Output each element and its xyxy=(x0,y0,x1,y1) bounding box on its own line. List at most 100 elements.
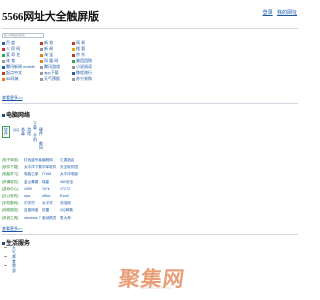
bullet-icon xyxy=(4,256,7,257)
nav-link-label: 网 易 xyxy=(76,40,86,45)
category-label[interactable]: [系统工具] xyxy=(2,216,18,221)
site-favicon-icon xyxy=(72,53,75,57)
site-favicon-icon xyxy=(72,71,75,75)
site-link[interactable]: 百度网盘 xyxy=(24,208,38,213)
nav-link-label: 京 东 xyxy=(76,52,86,57)
site-link[interactable]: windows 7 xyxy=(24,216,41,220)
site-link[interactable]: 7k7k xyxy=(42,187,50,191)
site-link[interactable]: 汇源酒店 xyxy=(60,158,74,163)
nav-link-label: 搜 狐 xyxy=(76,46,86,51)
nav-link-label: 苏宁易购 xyxy=(76,76,92,81)
nav-link[interactable]: 天气预报 xyxy=(40,76,60,82)
site-link[interactable]: 华军软件 xyxy=(42,165,56,170)
site-link[interactable]: office xyxy=(42,194,51,198)
tab-software[interactable]: 软件 xyxy=(3,128,9,136)
computer-more-link[interactable]: 查看更多>> xyxy=(2,226,23,232)
site-favicon-icon xyxy=(40,77,43,81)
life-item-label: 旅游 xyxy=(12,264,16,273)
top-links: 登录 我的网址 xyxy=(260,9,297,16)
site-link[interactable]: IT168 xyxy=(42,172,51,176)
nav-link-label: 美团团购 xyxy=(76,58,92,63)
computer-section-title: 电脑网络 xyxy=(2,110,30,119)
site-link[interactable]: 泡泡网 xyxy=(60,201,71,206)
nav-link[interactable]: 58同城 xyxy=(2,76,18,82)
site-favicon-icon xyxy=(2,77,5,81)
site-link[interactable]: 360安全 xyxy=(60,180,73,185)
site-favicon-icon xyxy=(2,53,5,57)
site-favicon-icon xyxy=(40,53,43,57)
category-label[interactable]: [游戏中心] xyxy=(2,187,18,192)
nav-link-label: 体 育 xyxy=(6,58,16,63)
site-favicon-icon xyxy=(40,59,43,63)
site-link[interactable]: 太平洋下载 xyxy=(24,165,42,170)
site-link[interactable]: 太平洋电脑 xyxy=(60,172,78,177)
site-favicon-icon xyxy=(72,41,75,45)
category-label[interactable]: [网络服务] xyxy=(2,208,18,213)
nav-link[interactable]: 苏宁易购 xyxy=(72,76,92,82)
search-input[interactable]: 输入网站名搜索 xyxy=(2,33,44,38)
site-favicon-icon xyxy=(72,47,75,51)
category-row: [系统工具] windows 7 驱动精灵 鲁大师 xyxy=(2,216,122,223)
category-label[interactable]: [软件下载] xyxy=(2,165,18,170)
bullet-icon xyxy=(4,247,7,248)
tab-qq[interactable]: QQ xyxy=(13,128,19,132)
site-link[interactable]: 鲁大师 xyxy=(60,216,71,221)
site-link[interactable]: 编程网 xyxy=(42,158,53,163)
nav-more-link[interactable]: 查看更多>> xyxy=(2,95,23,101)
site-link[interactable]: 4399 xyxy=(24,187,32,191)
category-row: [杀毒软件] 金山毒霸 瑞星 360安全 xyxy=(2,180,122,187)
computer-tab-bar: 软件 QQ 杀毒 游戏 下载 手机 硬件 数码 xyxy=(2,120,82,156)
nav-link-label: 淘 宝 xyxy=(44,52,54,57)
site-link[interactable]: wps xyxy=(24,194,30,198)
nav-link-label: 起点中文 xyxy=(6,70,22,75)
site-link[interactable]: 驱动精灵 xyxy=(42,216,56,221)
bullet-icon xyxy=(4,265,7,266)
section-divider-2 xyxy=(2,234,298,235)
tab-digital[interactable]: 数码 xyxy=(38,142,44,150)
tab-hardware[interactable]: 硬件 xyxy=(38,128,44,136)
site-link[interactable]: 红色盗号者 xyxy=(24,158,42,163)
category-row: [游戏中心] 4399 7k7k 17173 xyxy=(2,187,122,194)
header-divider xyxy=(2,28,298,29)
life-section-label: 生活服务 xyxy=(6,241,31,247)
site-link[interactable]: 17173 xyxy=(60,187,70,191)
nav-link-label: 新 闻 xyxy=(44,46,54,51)
site-link[interactable]: Excel xyxy=(60,194,69,198)
nav-link-label: 腾讯新闻 mobile xyxy=(6,64,35,69)
nav-link-label: 天气预报 xyxy=(44,76,60,81)
site-link[interactable]: 中关村 xyxy=(24,201,35,206)
nav-link-label: 腾讯游戏 xyxy=(44,64,60,69)
site-favicon-icon xyxy=(2,41,5,45)
site-link[interactable]: 金山毒霸 xyxy=(24,180,38,185)
site-link[interactable]: 电脑之家 xyxy=(24,172,38,177)
site-link[interactable]: 天空软件园 xyxy=(60,165,78,170)
login-link[interactable]: 登录 xyxy=(263,10,273,16)
site-link[interactable]: 太平洋 xyxy=(42,201,53,206)
site-link[interactable]: QQ邮箱 xyxy=(60,208,73,213)
nav-link-label: 新 浪 xyxy=(44,40,54,45)
category-label[interactable]: [手机数码] xyxy=(2,201,18,206)
category-label[interactable]: [杀毒软件] xyxy=(2,180,18,185)
site-favicon-icon xyxy=(40,47,43,51)
site-favicon-icon xyxy=(72,77,75,81)
site-favicon-icon xyxy=(2,47,5,51)
category-label[interactable]: [电子商务] xyxy=(2,158,18,163)
site-link[interactable]: 瑞星 xyxy=(42,180,49,185)
nav-row: 58同城 天气预报 苏宁易购 xyxy=(2,76,132,82)
nav-grid: 百 度 新 浪 网 易人 民 网 新 闻 搜 狐爱 奇 艺 淘 宝 京 东体 育 凤 凰 网 美… xyxy=(2,40,132,82)
nav-link-label: 携程旅行 xyxy=(76,70,92,75)
nav-link-label: 凤 凰 网 xyxy=(44,58,59,63)
category-label[interactable]: [电脑学习] xyxy=(2,172,18,177)
site-link[interactable]: 迅雷 xyxy=(42,208,49,213)
nav-link-label: 人 民 网 xyxy=(6,46,21,51)
life-section-title: 生活服务 xyxy=(2,238,30,247)
nav-link-label: 58同城 xyxy=(6,76,19,81)
category-label[interactable]: [办公软件] xyxy=(2,194,18,199)
site-favicon-icon xyxy=(72,59,75,63)
section-divider xyxy=(2,103,298,104)
my-sites-link[interactable]: 我的网址 xyxy=(277,10,297,16)
site-favicon-icon xyxy=(2,59,5,63)
section-icon xyxy=(2,113,5,117)
site-favicon-icon xyxy=(72,65,75,69)
header: 5566网址大全触屏版 登录 我的网址 xyxy=(0,0,300,30)
